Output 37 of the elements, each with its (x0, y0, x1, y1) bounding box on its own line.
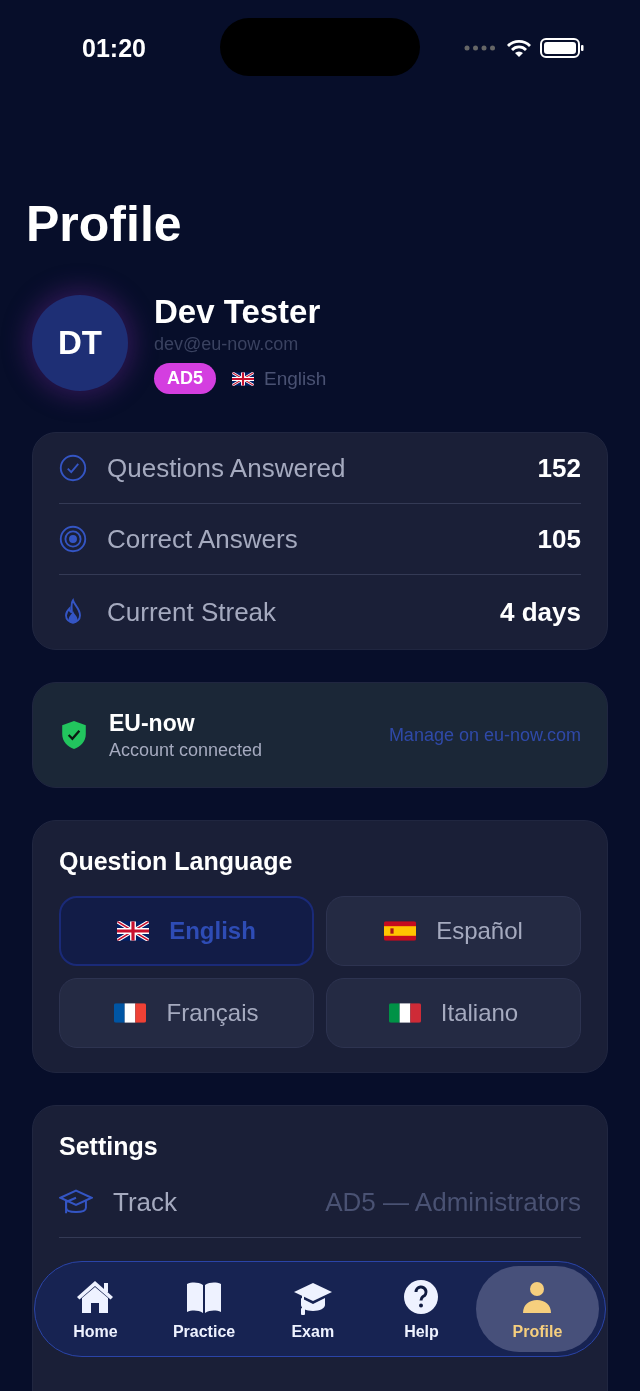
tab-item[interactable]: Profile (475, 1266, 599, 1352)
stat-value: 105 (537, 523, 581, 555)
tab-item[interactable]: Help (367, 1266, 476, 1352)
page-title: Profile (26, 195, 183, 254)
stat-value: 4 days (500, 596, 581, 628)
user-name: Dev Tester (154, 292, 322, 332)
signal-dots-icon (464, 45, 496, 51)
flag-icon (232, 371, 254, 386)
flag-icon (114, 1003, 147, 1023)
account-name: EU-now (109, 709, 196, 737)
language-option[interactable]: Français (59, 978, 314, 1048)
language-label: English (264, 367, 327, 390)
section-title: Settings (59, 1132, 159, 1161)
language-option[interactable]: Italiano (326, 978, 581, 1048)
tab-item[interactable]: Practice (149, 1266, 259, 1352)
stat-label: Questions Answered (107, 452, 346, 484)
tab-item[interactable]: Exam (258, 1266, 368, 1352)
language-option[interactable]: Español (326, 896, 581, 966)
shield-check-icon (61, 720, 87, 750)
account-status: Account connected (109, 739, 263, 761)
stat-label: Current Streak (107, 596, 277, 628)
stat-label: Correct Answers (107, 523, 298, 555)
track-badge: AD5 (154, 363, 216, 394)
wifi-icon (506, 38, 532, 58)
flag-icon (117, 921, 150, 941)
target-icon (59, 525, 87, 553)
setting-label: Track (113, 1186, 178, 1218)
avatar: DT (32, 295, 128, 391)
flag-icon (388, 1003, 421, 1023)
status-time: 01:20 (82, 33, 146, 63)
tab-item[interactable]: Home (41, 1266, 150, 1352)
check-circle-icon (59, 454, 87, 482)
stat-value: 152 (537, 452, 581, 484)
flag-icon (384, 921, 417, 941)
setting-value: AD5 — Administrators (325, 1186, 581, 1218)
section-title: Question Language (59, 847, 294, 876)
battery-icon (540, 38, 584, 58)
